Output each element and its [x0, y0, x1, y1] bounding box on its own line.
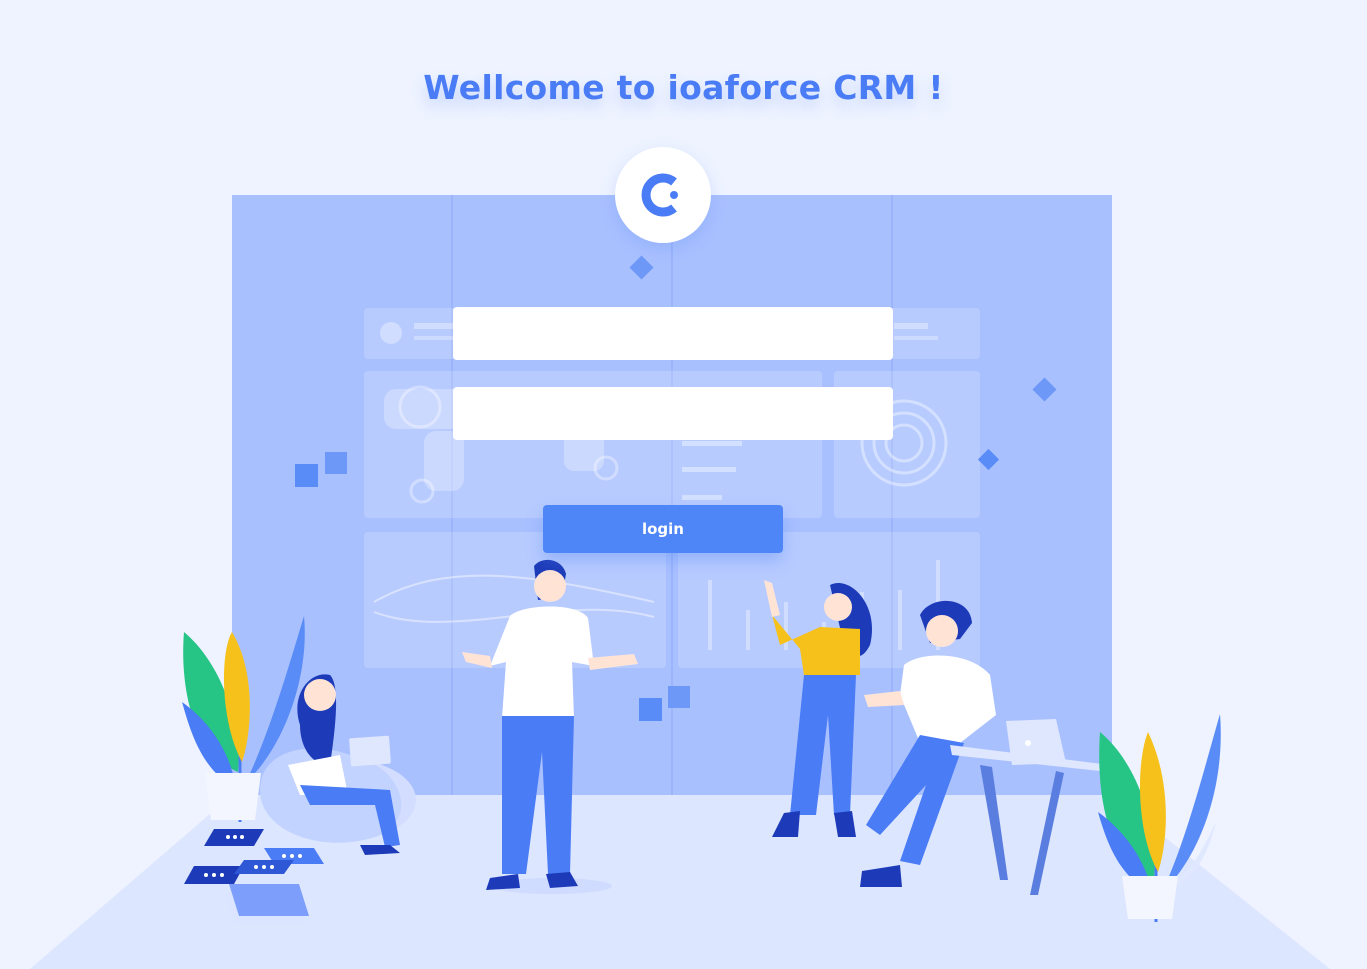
plant-pot	[1122, 876, 1178, 919]
password-input[interactable]	[453, 387, 893, 440]
decorative-square	[668, 686, 690, 708]
ioaforce-logo-icon	[641, 173, 678, 217]
username-input[interactable]	[453, 307, 893, 360]
man-standing-illustration	[462, 559, 638, 894]
crm-logo	[615, 147, 711, 243]
decorative-square	[295, 464, 318, 487]
login-button[interactable]: login	[543, 505, 783, 553]
welcome-title: Wellcome to ioaforce CRM !	[423, 68, 944, 107]
decorative-square	[325, 452, 347, 474]
man-sitting-illustration	[860, 600, 1110, 895]
decorative-square	[639, 698, 662, 721]
chat-bubbles-illustration	[184, 829, 324, 924]
